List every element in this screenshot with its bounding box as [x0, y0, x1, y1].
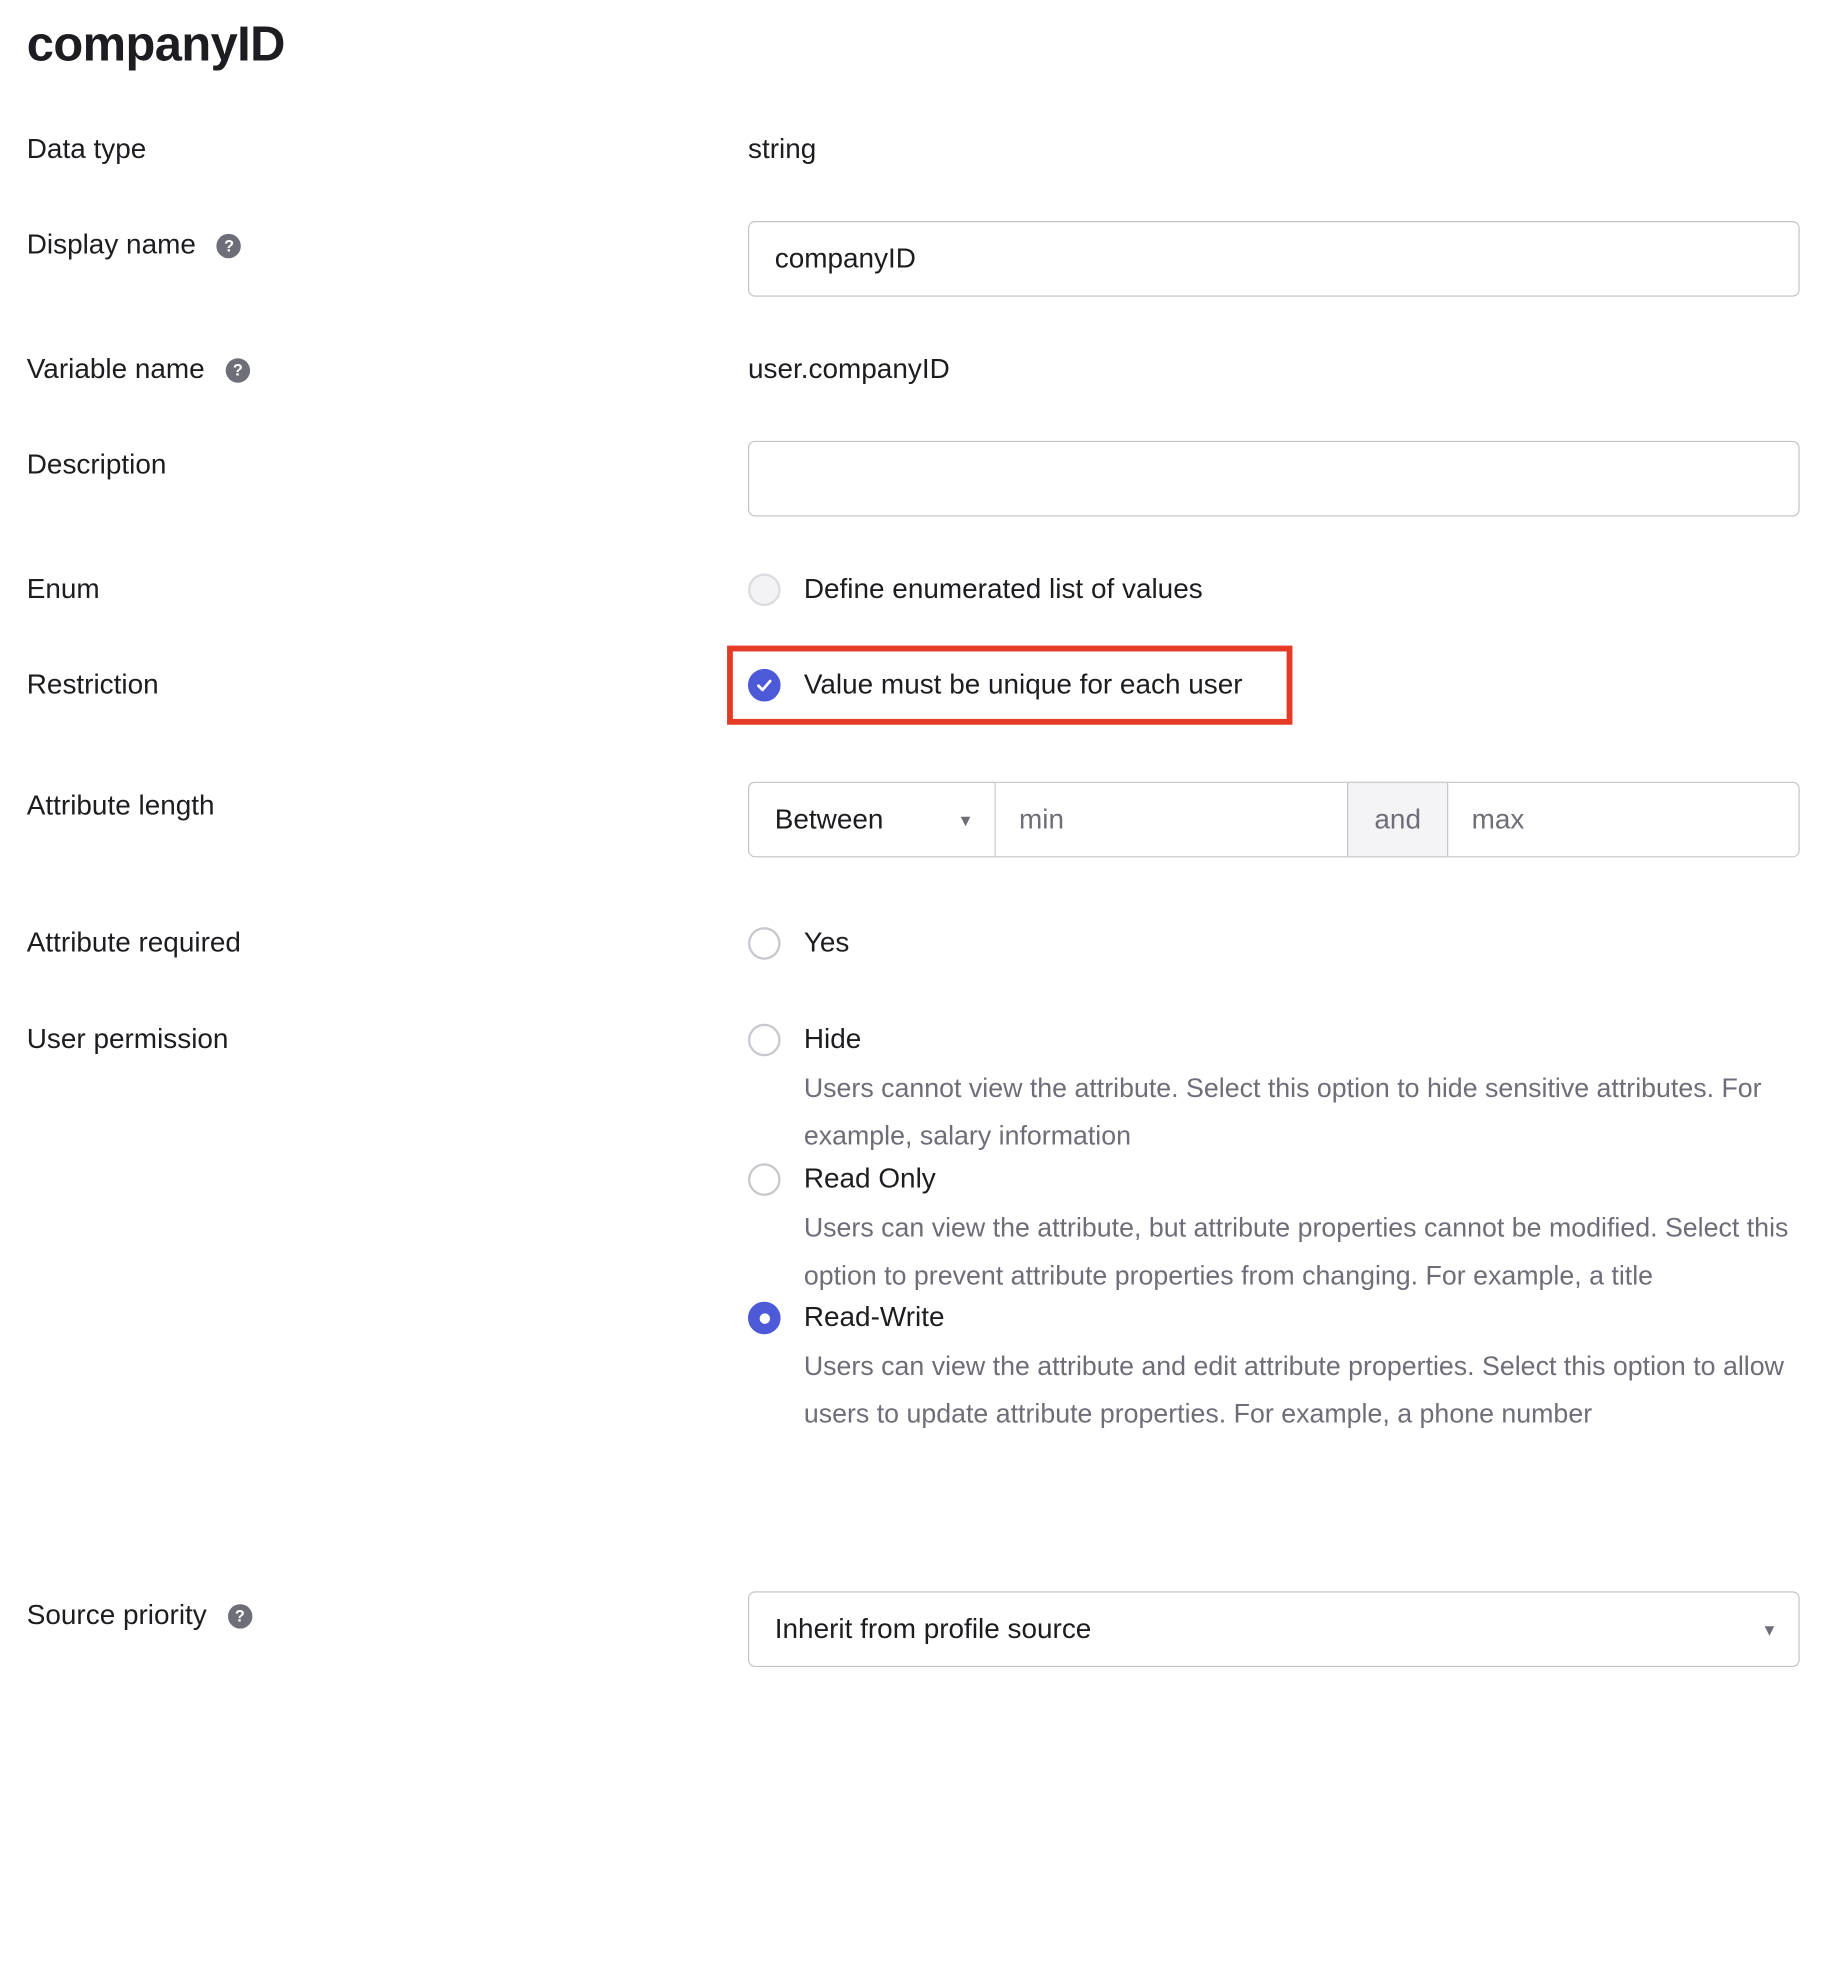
length-max-input[interactable] — [1448, 782, 1799, 857]
data-type-label: Data type — [27, 131, 147, 168]
help-icon[interactable]: ? — [227, 1603, 253, 1629]
permission-hide-row[interactable]: Hide — [748, 1021, 1804, 1058]
help-icon[interactable]: ? — [225, 357, 251, 383]
length-operator-select[interactable]: Between ▼ — [749, 782, 996, 857]
permission-read-write-description: Users can view the attribute and edit at… — [803, 1350, 1784, 1430]
source-priority-label: Source priority ? — [26, 1597, 253, 1634]
enum-label: Enum — [27, 571, 100, 608]
permission-read-only-label: Read Only — [803, 1162, 936, 1195]
enum-label-text: Enum — [26, 573, 100, 605]
attribute-required-checkbox-row[interactable]: Yes — [748, 925, 849, 962]
source-priority-select[interactable]: Inherit from profile source ▼ — [748, 1591, 1800, 1668]
enum-checkbox[interactable] — [748, 573, 781, 607]
data-type-value: string — [748, 133, 817, 166]
attribute-length-label: Attribute length — [27, 788, 215, 825]
attribute-required-checkbox-label: Yes — [803, 927, 850, 959]
attribute-length-label-text: Attribute length — [26, 789, 215, 822]
description-label: Description — [27, 447, 167, 484]
enum-checkbox-label: Define enumerated list of values — [803, 573, 1203, 605]
permission-read-only-description: Users can view the attribute, but attrib… — [803, 1211, 1789, 1290]
description-label-text: Description — [26, 449, 167, 481]
restriction-label: Restriction — [27, 667, 159, 704]
permission-option-read-only: Read Only Users can view the attribute, … — [748, 1161, 1804, 1300]
caret-down-icon: ▼ — [1761, 1619, 1778, 1639]
user-permission-label: User permission — [27, 1021, 229, 1058]
user-permission-label-text: User permission — [26, 1023, 229, 1056]
variable-name-label-text: Variable name — [26, 353, 205, 386]
display-name-label: Display name ? — [27, 227, 242, 264]
permission-read-write-label: Read-Write — [803, 1301, 945, 1334]
permission-hide-radio[interactable] — [748, 1023, 781, 1057]
page-title: companyID — [26, 16, 286, 71]
permission-read-only-radio[interactable] — [748, 1162, 781, 1196]
variable-name-label: Variable name ? — [26, 351, 251, 388]
caret-down-icon: ▼ — [957, 810, 974, 829]
permission-read-write-radio[interactable] — [748, 1301, 781, 1335]
help-icon[interactable]: ? — [216, 233, 242, 258]
length-and-separator: and — [1347, 782, 1449, 857]
source-priority-label-text: Source priority — [26, 1599, 207, 1631]
attribute-length-range: Between ▼ and — [748, 781, 1800, 858]
display-name-input[interactable] — [748, 221, 1800, 297]
data-type-label-text: Data type — [26, 133, 147, 166]
permission-read-write-row[interactable]: Read-Write — [748, 1300, 1804, 1337]
variable-name-value: user.companyID — [748, 353, 950, 386]
attribute-required-checkbox[interactable] — [748, 927, 781, 960]
permission-read-only-row[interactable]: Read Only — [748, 1161, 1804, 1198]
attribute-editor: companyID Data type string Display name … — [0, 0, 1824, 1975]
permission-option-hide: Hide Users cannot view the attribute. Se… — [748, 1021, 1804, 1160]
length-operator-value: Between — [774, 803, 884, 835]
display-name-label-text: Display name — [26, 229, 196, 261]
length-min-input[interactable] — [995, 782, 1348, 857]
user-permission-radio-group: Hide Users cannot view the attribute. Se… — [748, 1021, 1804, 1438]
attribute-required-label: Attribute required — [27, 925, 241, 962]
highlight-annotation — [727, 645, 1293, 725]
attribute-required-label-text: Attribute required — [26, 927, 241, 959]
permission-option-read-write: Read-Write Users can view the attribute … — [748, 1300, 1804, 1439]
source-priority-value: Inherit from profile source — [774, 1612, 1092, 1645]
permission-hide-label: Hide — [803, 1023, 862, 1056]
description-input[interactable] — [748, 440, 1800, 517]
permission-hide-description: Users cannot view the attribute. Select … — [803, 1072, 1762, 1151]
restriction-label-text: Restriction — [26, 668, 159, 701]
enum-checkbox-row[interactable]: Define enumerated list of values — [748, 571, 1203, 608]
